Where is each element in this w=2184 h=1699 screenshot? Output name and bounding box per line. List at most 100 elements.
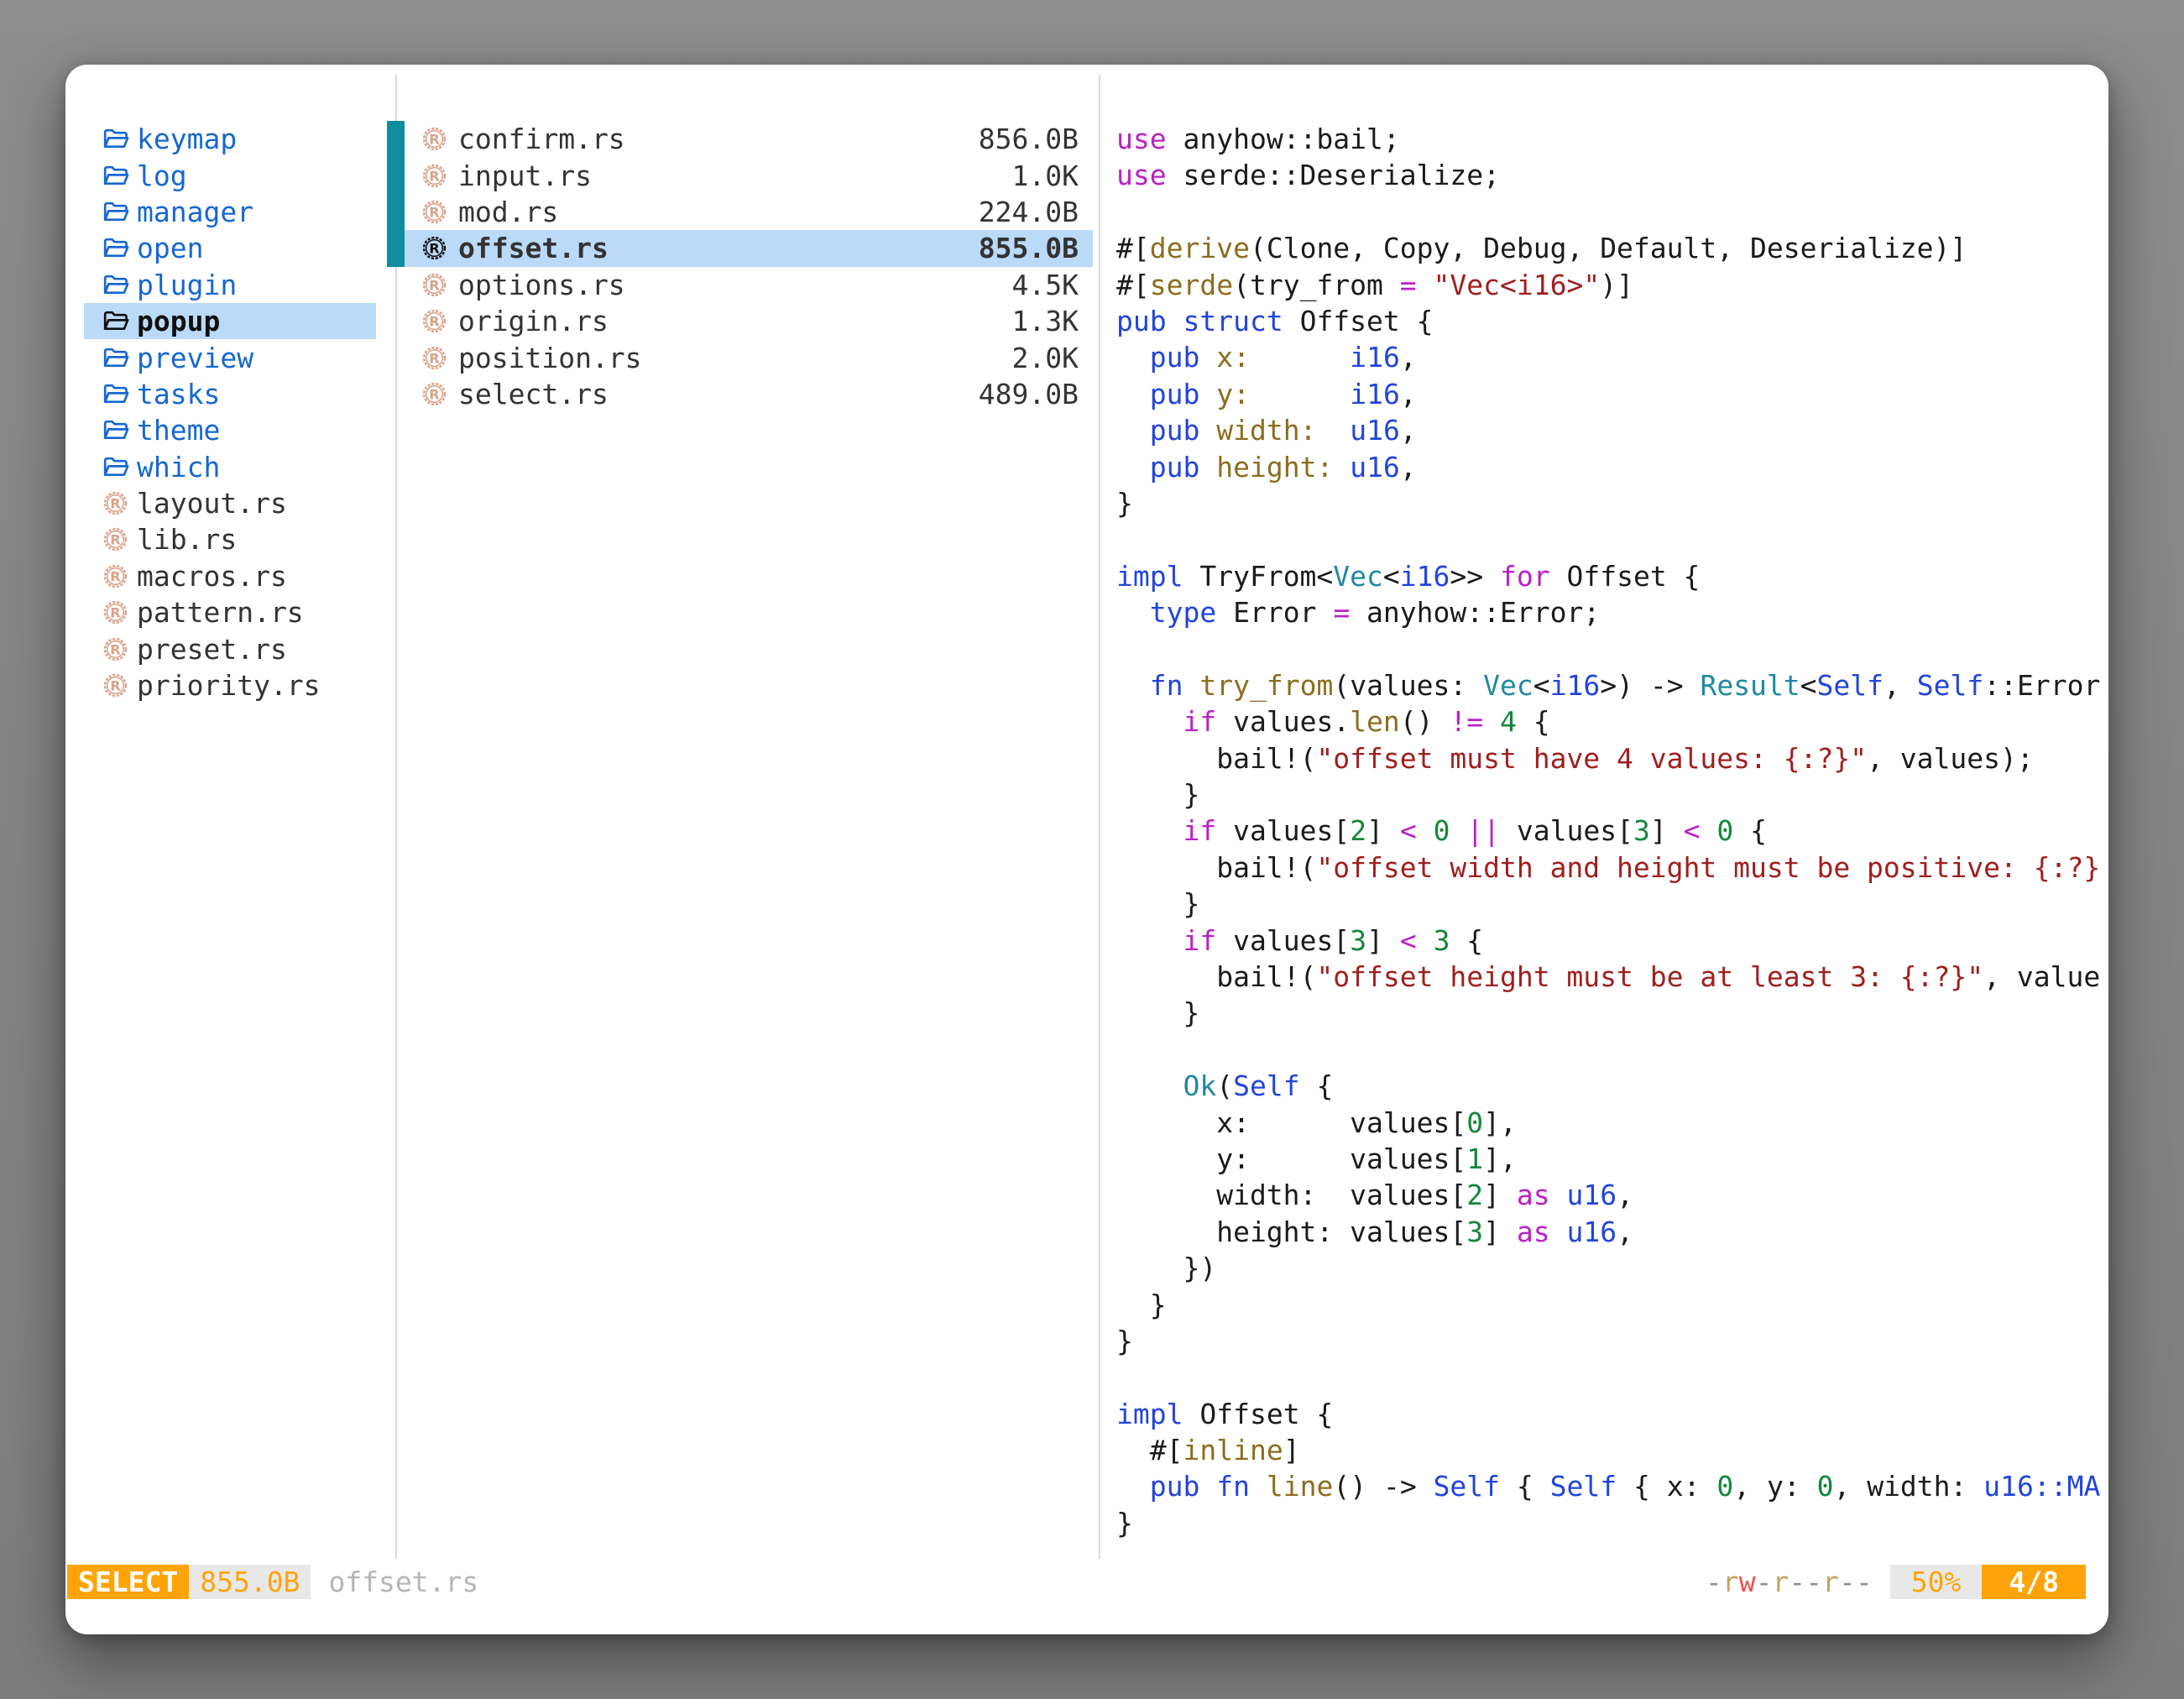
file-row-offset-rs[interactable]: Roffset.rs855.0B	[387, 230, 1093, 266]
code-line-27: Ok(Self {	[1100, 1068, 2108, 1104]
file-row-origin-rs[interactable]: Rorigin.rs1.3K	[387, 303, 1093, 339]
rust-file-icon: R	[421, 272, 447, 298]
folder-open-icon	[102, 417, 131, 443]
file-row-select-rs[interactable]: Rselect.rs489.0B	[387, 376, 1093, 412]
code-line-9: pub width: u16,	[1100, 412, 2108, 448]
item-label: manager	[136, 196, 253, 228]
rust-file-icon: R	[421, 126, 447, 152]
rust-file-icon: R	[102, 563, 128, 589]
svg-text:R: R	[429, 350, 440, 366]
folder-open-icon	[102, 235, 131, 261]
svg-text:R: R	[429, 204, 440, 220]
folder-open-icon	[102, 163, 131, 189]
rust-file-icon: R	[421, 199, 447, 225]
code-line-35	[1100, 1359, 2108, 1395]
rust-file-icon: R	[102, 636, 128, 662]
file-row-options-rs[interactable]: Roptions.rs 4.5K	[387, 267, 1093, 303]
item-label: popup	[136, 305, 220, 337]
file-name: options.rs	[458, 269, 625, 301]
item-label: macros.rs	[136, 560, 287, 593]
file-name: confirm.rs	[458, 123, 625, 155]
code-line-11: }	[1100, 485, 2108, 521]
dir-item-plugin[interactable]: plugin	[84, 267, 376, 303]
file-item-lib-rs[interactable]: Rlib.rs	[84, 521, 376, 557]
svg-text:R: R	[429, 168, 440, 184]
svg-text:R: R	[110, 496, 121, 512]
file-size: 2.0K	[1012, 342, 1079, 374]
code-line-25: }	[1100, 995, 2108, 1031]
dir-item-which[interactable]: which	[84, 449, 376, 485]
file-name: mod.rs	[458, 196, 558, 228]
item-label: open	[136, 232, 203, 264]
file-row-input-rs[interactable]: Rinput.rs 1.0K	[387, 157, 1093, 193]
file-row-confirm-rs[interactable]: Rconfirm.rs 856.0B	[387, 121, 1093, 157]
code-line-5: #[serde(try_from = "Vec<i16>")]	[1100, 267, 2108, 303]
file-name: input.rs	[458, 159, 592, 192]
rust-file-icon: R	[421, 345, 447, 371]
item-label: theme	[136, 414, 220, 447]
code-line-3	[1100, 194, 2108, 230]
code-line-1: use anyhow::bail;	[1100, 121, 2108, 157]
code-line-23: if values[3] < 3 {	[1100, 923, 2108, 959]
file-size: 489.0B	[979, 378, 1079, 410]
dir-item-tasks[interactable]: tasks	[84, 376, 376, 412]
status-file-name: offset.rs	[328, 1566, 478, 1598]
code-line-17: if values.len() != 4 {	[1100, 703, 2108, 740]
code-line-20: if values[2] < 0 || values[3] < 0 {	[1100, 813, 2108, 849]
item-label: which	[136, 451, 220, 484]
svg-text:R: R	[429, 314, 440, 330]
dir-item-manager[interactable]: manager	[84, 194, 376, 230]
code-line-8: pub y: i16,	[1100, 376, 2108, 412]
file-item-layout-rs[interactable]: Rlayout.rs	[84, 485, 376, 521]
svg-text:R: R	[429, 386, 440, 402]
rust-file-icon: R	[421, 308, 447, 334]
rust-file-icon: R	[421, 235, 447, 261]
status-bar: SELECT 855.0B offset.rs -rw-r--r-- 50% 4…	[65, 1565, 2108, 1599]
svg-text:R: R	[110, 532, 121, 548]
item-label: pattern.rs	[136, 596, 304, 629]
code-line-28: x: values[0],	[1100, 1105, 2108, 1141]
code-line-10: pub height: u16,	[1100, 449, 2108, 485]
item-label: keymap	[136, 123, 237, 155]
dir-item-preview[interactable]: preview	[84, 339, 376, 375]
file-item-preset-rs[interactable]: Rpreset.rs	[84, 630, 376, 667]
file-size: 1.3K	[1012, 305, 1079, 337]
code-line-2: use serde::Deserialize;	[1100, 157, 2108, 193]
item-label: preview	[136, 342, 253, 374]
code-line-32: })	[1100, 1250, 2108, 1286]
folder-open-icon	[102, 308, 131, 334]
code-line-39: }	[1100, 1505, 2108, 1541]
dir-item-log[interactable]: log	[84, 157, 376, 193]
code-line-14: type Error = anyhow::Error;	[1100, 594, 2108, 630]
svg-text:R: R	[429, 241, 440, 257]
code-line-34: }	[1100, 1323, 2108, 1359]
file-size: 224.0B	[979, 196, 1079, 228]
file-item-priority-rs[interactable]: Rpriority.rs	[84, 667, 376, 703]
yazi-window: keymap log manager open plugin popup pre…	[65, 65, 2108, 1634]
dir-item-theme[interactable]: theme	[84, 412, 376, 448]
svg-text:R: R	[110, 605, 121, 621]
file-item-pattern-rs[interactable]: Rpattern.rs	[84, 594, 376, 630]
file-row-mod-rs[interactable]: Rmod.rs 224.0B	[387, 194, 1093, 230]
file-size: 4.5K	[1012, 269, 1079, 301]
code-line-18: bail!("offset must have 4 values: {:?}",…	[1100, 740, 2108, 776]
folder-open-icon	[102, 345, 131, 371]
code-line-19: }	[1100, 776, 2108, 813]
rust-file-icon: R	[102, 672, 128, 698]
folder-open-icon	[102, 454, 131, 480]
preview-pane: use anyhow::bail;use serde::Deserialize;…	[1100, 121, 2108, 1541]
file-item-macros-rs[interactable]: Rmacros.rs	[84, 558, 376, 594]
dir-item-keymap[interactable]: keymap	[84, 121, 376, 157]
code-line-13: impl TryFrom<Vec<i16>> for Offset {	[1100, 558, 2108, 594]
dir-item-open[interactable]: open	[84, 230, 376, 266]
folder-open-icon	[102, 126, 131, 152]
code-line-31: height: values[3] as u16,	[1100, 1214, 2108, 1250]
cursor-position-badge: 4/8	[1982, 1565, 2086, 1599]
file-row-position-rs[interactable]: Rposition.rs2.0K	[387, 339, 1093, 375]
rust-file-icon: R	[421, 381, 447, 407]
item-label: tasks	[136, 378, 220, 410]
file-size: 1.0K	[1012, 159, 1079, 192]
status-left-group: SELECT 855.0B offset.rs	[67, 1565, 478, 1599]
dir-item-popup[interactable]: popup	[84, 303, 376, 339]
file-size: 856.0B	[979, 123, 1079, 155]
